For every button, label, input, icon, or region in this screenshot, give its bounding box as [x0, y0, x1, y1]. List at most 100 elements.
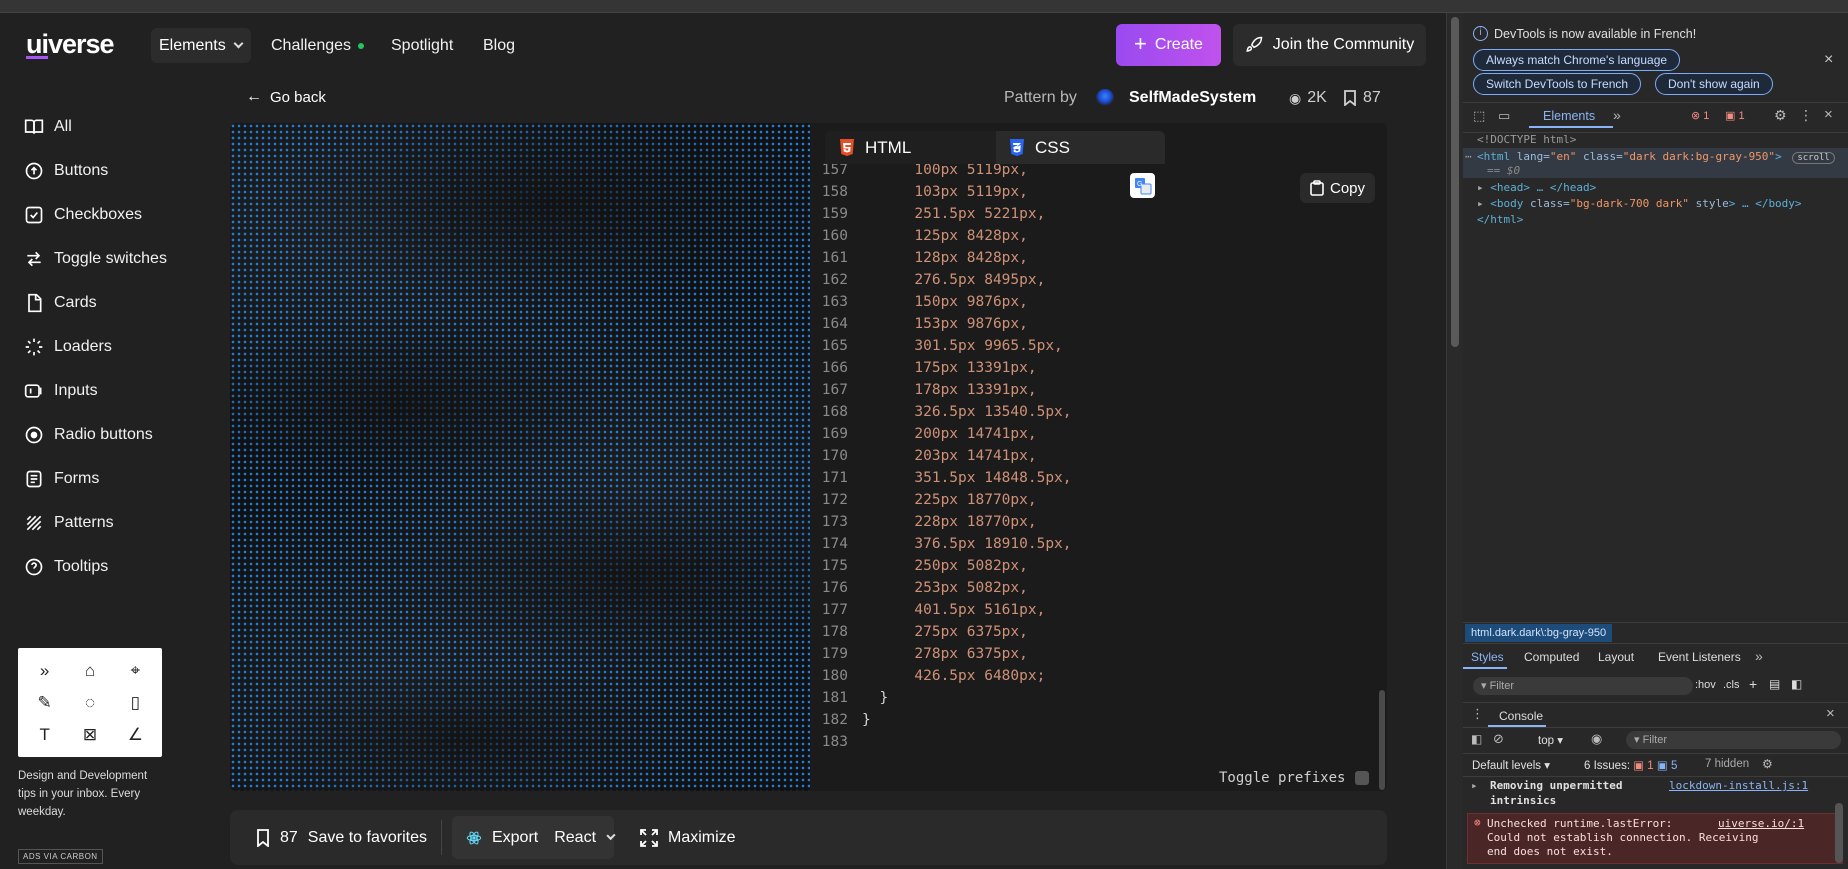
sidebar-item-checkboxes[interactable]: Checkboxes [24, 205, 142, 225]
drawer-menu-icon[interactable]: ⋮ [1471, 706, 1484, 722]
line-code: 228px 18770px, [862, 514, 1037, 530]
dont-show-again-button[interactable]: Don't show again [1655, 73, 1773, 95]
console-error-source[interactable]: uiverse.io/:1 [1718, 817, 1804, 830]
dom-head-node[interactable]: ▸ <head> … </head> [1477, 181, 1596, 194]
switch-to-french-button[interactable]: Switch DevTools to French [1473, 73, 1642, 95]
sidebar-item-tooltips[interactable]: Tooltips [24, 557, 108, 577]
more-tabs-icon[interactable]: » [1755, 648, 1763, 664]
scroll-badge[interactable]: scroll [1792, 152, 1835, 164]
class-toggle[interactable]: .cls [1723, 679, 1740, 691]
toggle-prefixes-checkbox[interactable] [1355, 771, 1370, 785]
log-levels-dropdown[interactable]: Default levels ▾ [1472, 758, 1550, 772]
close-devtools-icon[interactable]: × [1824, 106, 1833, 123]
svg-text:G: G [1137, 181, 1142, 188]
console-sidebar-icon[interactable]: ◧ [1471, 732, 1482, 746]
sidebar-item-label: Checkboxes [54, 206, 143, 223]
nav-challenges[interactable]: Challenges [271, 37, 351, 55]
ad-text[interactable]: Design and Development tips in your inbo… [18, 767, 168, 821]
pattern-by-label: Pattern by [1004, 89, 1077, 106]
clear-console-icon[interactable]: ⊘ [1493, 731, 1504, 747]
page-scrollbar[interactable] [1446, 13, 1463, 869]
issues-info-count: ▣ 5 [1656, 760, 1678, 772]
console-scrollbar[interactable] [1835, 803, 1843, 863]
ad-image[interactable]: » ⌂ ⌖ ✎ ◌ ▯ T ⊠ ∠ [18, 648, 162, 757]
framework-select[interactable]: React [554, 829, 596, 847]
live-expression-eye-icon[interactable]: ◉ [1591, 731, 1602, 747]
code-view[interactable]: 157 100px 5119px, 158 103px 5119px, 159 25… [810, 159, 1370, 753]
uiverse-logo[interactable]: uiverse [26, 29, 115, 60]
tab-console[interactable]: Console [1499, 709, 1543, 723]
ad-via-carbon[interactable]: ADS VIA CARBON [18, 849, 103, 864]
line-code: 251.5px 5221px, [862, 206, 1046, 222]
console-error-message[interactable]: ⊗ Unchecked runtime.lastError: uiverse.i… [1467, 813, 1843, 864]
tab-css[interactable]: CSS [996, 131, 1165, 164]
sidebar-item-loaders[interactable]: Loaders [24, 337, 112, 357]
tab-elements[interactable]: Elements [1543, 109, 1595, 123]
scrollbar-thumb[interactable] [1451, 17, 1459, 347]
nav-spotlight[interactable]: Spotlight [391, 37, 453, 55]
sidebar-item-radio-buttons[interactable]: Radio buttons [24, 425, 153, 445]
tab-event-listeners[interactable]: Event Listeners [1658, 650, 1741, 664]
hover-state-toggle[interactable]: :hov [1695, 679, 1716, 691]
create-button[interactable]: + Create [1116, 24, 1221, 66]
code-scrollbar[interactable] [1379, 690, 1385, 790]
styles-filter-input[interactable]: ▾ Filter [1473, 677, 1693, 695]
sidebar-item-all[interactable]: All [24, 117, 72, 137]
code-line: 166 175px 13391px, [810, 357, 1370, 379]
tab-computed[interactable]: Computed [1524, 650, 1579, 664]
dom-html-close[interactable]: </html> [1477, 213, 1523, 226]
sidebar-toggle-icon[interactable]: ◧ [1791, 677, 1802, 691]
line-number: 176 [821, 580, 848, 596]
join-community-button[interactable]: Join the Community [1233, 24, 1426, 66]
sidebar-item-toggle-switches[interactable]: Toggle switches [24, 249, 167, 269]
close-banner-icon[interactable]: × [1824, 51, 1833, 69]
style-paint-icon[interactable]: ▤ [1769, 677, 1780, 691]
dom-doctype[interactable]: <!DOCTYPE html> [1477, 133, 1576, 146]
maximize-button[interactable]: Maximize [640, 810, 736, 865]
tab-layout[interactable]: Layout [1598, 650, 1634, 664]
export-button[interactable]: Export React [452, 816, 616, 859]
console-msg1-source[interactable]: lockdown-install.js:1 [1669, 779, 1808, 792]
go-back-link[interactable]: ← Go back [246, 88, 326, 106]
nav-blog[interactable]: Blog [483, 37, 515, 55]
dom-html-selected[interactable]: ⋯ <html lang="en" class="dark dark:bg-gr… [1463, 148, 1848, 178]
sidebar-item-patterns[interactable]: Patterns [24, 513, 114, 533]
nav-elements-dropdown[interactable]: Elements [151, 28, 251, 63]
card-icon [28, 293, 42, 313]
nav-elements-label: Elements [159, 36, 226, 54]
device-toolbar-icon[interactable]: ▭ [1498, 108, 1510, 124]
sidebar-item-forms[interactable]: Forms [24, 469, 99, 489]
issues-counter[interactable]: 6 Issues: ▣ 1 ▣ 5 [1584, 758, 1677, 772]
sidebar-item-cards[interactable]: Cards [24, 293, 97, 313]
toggle-prefixes-label: Toggle prefixes [1219, 770, 1346, 786]
settings-gear-icon[interactable]: ⚙ [1774, 107, 1787, 124]
dom-body-node[interactable]: ▸ <body class="bg-dark-700 dark" style> … [1477, 197, 1802, 210]
code-line: 183 [810, 731, 1370, 753]
inspect-element-icon[interactable]: ⬚ [1473, 108, 1485, 124]
context-selector[interactable]: top ▾ [1538, 733, 1563, 747]
author-name[interactable]: SelfMadeSystem [1129, 89, 1256, 107]
copy-button[interactable]: Copy [1300, 173, 1375, 203]
sidebar-item-buttons[interactable]: Buttons [24, 161, 108, 181]
google-translate-icon[interactable]: G [1130, 173, 1155, 198]
sidebar-item-inputs[interactable]: Inputs [24, 381, 98, 401]
always-match-language-button[interactable]: Always match Chrome's language [1473, 49, 1681, 71]
error-count-badge[interactable]: ⊗ 1 [1691, 109, 1709, 122]
save-to-favorites-button[interactable]: 87 Save to favorites [256, 810, 427, 865]
author-avatar[interactable] [1096, 89, 1114, 107]
join-label: Join the Community [1272, 36, 1415, 53]
pattern-icon [26, 515, 42, 531]
dom-breadcrumb[interactable]: html.dark.dark\:bg-gray-950 [1465, 624, 1613, 642]
pattern-preview [230, 123, 810, 791]
divider [1463, 776, 1848, 777]
close-drawer-icon[interactable]: × [1826, 705, 1835, 722]
more-tabs-icon[interactable]: » [1613, 107, 1621, 123]
add-rule-icon[interactable]: + [1749, 676, 1757, 692]
console-filter-input[interactable]: ▾ Filter [1626, 731, 1841, 749]
kebab-menu-icon[interactable]: ⋮ [1799, 107, 1813, 124]
console-settings-icon[interactable]: ⚙ [1762, 757, 1773, 771]
toggle-prefixes[interactable]: Toggle prefixes [1219, 770, 1370, 786]
warning-count-badge[interactable]: ▣ 1 [1725, 109, 1745, 122]
tab-styles[interactable]: Styles [1471, 650, 1504, 664]
tab-html[interactable]: HTML [825, 131, 996, 164]
